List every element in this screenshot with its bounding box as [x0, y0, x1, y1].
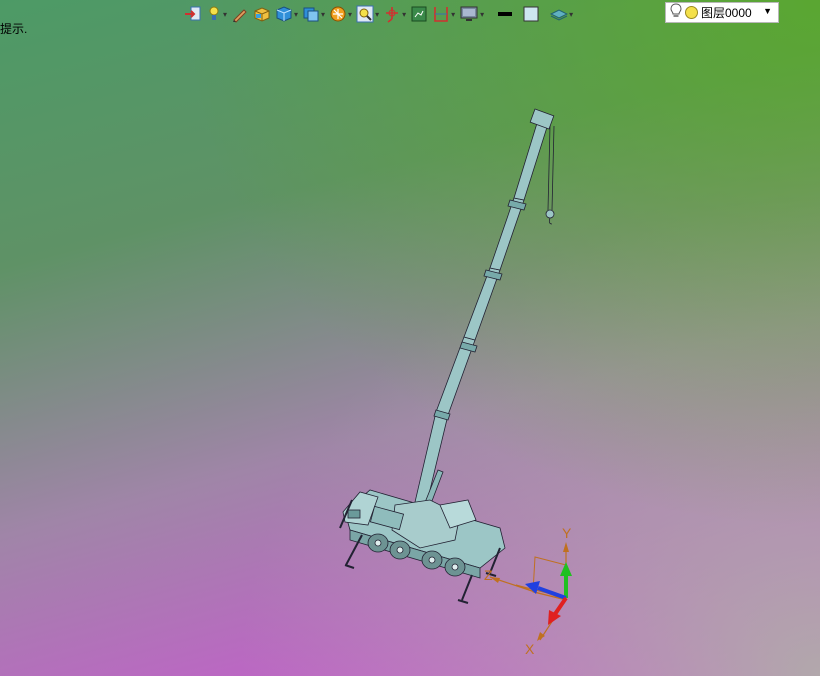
zoom-icon — [356, 5, 374, 23]
x-axis-label: X — [525, 641, 535, 657]
render-button[interactable]: ▾ — [329, 3, 352, 25]
crane-model[interactable] — [339, 108, 555, 604]
z-axis-label: Z — [484, 567, 493, 583]
layer-select-value: 图层0000 — [701, 6, 752, 20]
chevron-down-icon: ▾ — [321, 9, 326, 19]
pen-button[interactable] — [231, 3, 249, 25]
display-icon — [460, 6, 478, 21]
chevron-down-icon: ▾ — [375, 9, 380, 19]
zoom-button[interactable]: ▾ — [356, 3, 379, 25]
lightbulb-icon — [670, 3, 682, 22]
layer-color-icon — [685, 6, 698, 19]
dropdown-arrow-icon: ▼ — [763, 6, 772, 16]
import-icon — [185, 6, 201, 21]
axis-icon — [386, 7, 399, 23]
chevron-down-icon: ▾ — [348, 9, 353, 19]
chevron-down-icon: ▾ — [569, 9, 574, 19]
pen-icon — [233, 9, 247, 23]
render-icon — [330, 6, 346, 22]
cube-icon — [276, 6, 292, 22]
box-icon — [254, 7, 270, 22]
layer-select[interactable]: 图层0000 ▼ — [665, 2, 779, 23]
fill-color-button[interactable] — [522, 3, 540, 25]
fill-color-icon — [523, 6, 539, 22]
hint-text: 提示. — [0, 22, 28, 36]
chevron-down-icon: ▾ — [294, 9, 299, 19]
display-button[interactable]: ▾ — [459, 3, 484, 25]
cube-button[interactable]: ▾ — [275, 3, 298, 25]
layers-button[interactable]: ▾ — [550, 3, 573, 25]
import-button[interactable] — [184, 3, 202, 25]
view-cube-icon — [303, 7, 319, 22]
fit-icon — [411, 6, 427, 22]
box-button[interactable] — [253, 3, 271, 25]
chevron-down-icon: ▾ — [402, 9, 407, 19]
y-axis-label: Y — [562, 525, 572, 541]
section-button[interactable]: ▾ — [432, 3, 455, 25]
fit-button[interactable] — [410, 3, 428, 25]
section-icon — [434, 7, 448, 22]
chevron-down-icon: ▾ — [451, 9, 456, 19]
view-cube-button[interactable]: ▾ — [302, 3, 325, 25]
light-button[interactable]: ▾ — [206, 3, 227, 25]
layers-icon — [550, 9, 569, 21]
light-icon — [209, 6, 219, 20]
axis-button[interactable]: ▾ — [383, 3, 406, 25]
chevron-down-icon: ▾ — [480, 9, 485, 19]
model-scene: Y Z X — [339, 108, 572, 657]
toolbar: ▾ ▾ ▾ ▾ ▾ ▾ ▾ ▾ ▾ — [184, 2, 577, 26]
chevron-down-icon: ▾ — [223, 9, 228, 19]
line-color-button[interactable] — [496, 3, 514, 25]
line-color-icon — [498, 12, 513, 16]
